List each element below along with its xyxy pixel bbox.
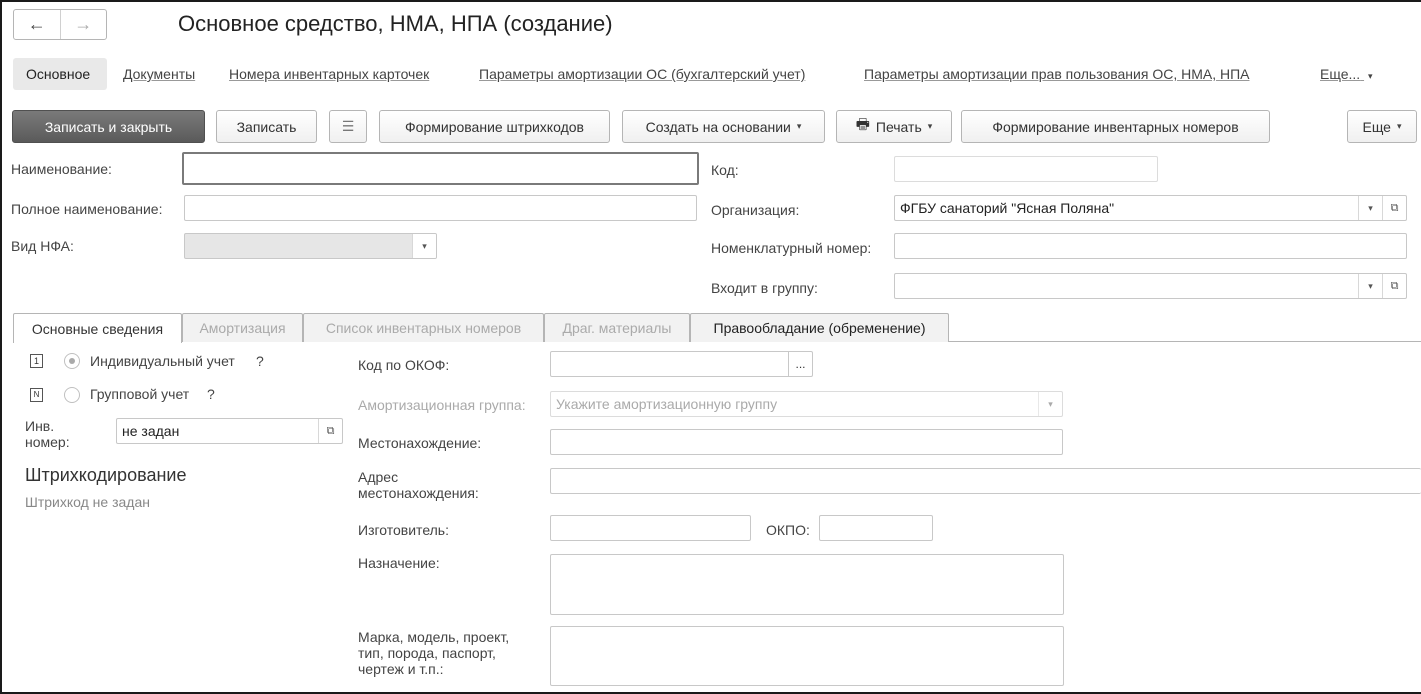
individual-accounting-radio[interactable] <box>64 353 80 369</box>
group-help-mark[interactable]: ? <box>207 386 215 402</box>
location-field[interactable] <box>550 429 1063 455</box>
list-icon: ☰ <box>341 118 355 134</box>
brand-model-label-line3: чертеж и т.п.: <box>358 661 444 677</box>
code-field[interactable] <box>894 156 1158 182</box>
print-label: Печать <box>875 118 922 135</box>
chevron-down-icon[interactable]: ▾ <box>1358 274 1382 298</box>
group-accounting-label: Групповой учет <box>90 386 190 402</box>
nomenclature-number-field[interactable] <box>894 233 1407 259</box>
navigation-buttons: ← → <box>13 9 107 40</box>
printer-icon: 🖶 <box>855 116 870 133</box>
chevron-down-icon[interactable]: ▾ <box>412 234 436 258</box>
nfa-type-select[interactable]: ▾ <box>184 233 437 259</box>
create-based-on-button[interactable]: Создать на основании ▾ <box>622 110 825 143</box>
parent-group-field[interactable]: ▾ ⧉ <box>894 273 1407 299</box>
group-accounting-icon: N <box>30 388 43 402</box>
location-label: Местонахождение: <box>358 435 482 451</box>
section-more-menu[interactable]: Еще... ▾ <box>1320 66 1373 82</box>
more-actions-button[interactable]: Еще ▾ <box>1347 110 1417 143</box>
location-address-label: Адрес местонахождения: <box>358 469 479 501</box>
individual-accounting-icon: 1 <box>30 354 43 368</box>
inventory-number-label: Инв. номер: <box>25 418 70 450</box>
name-field[interactable] <box>182 152 699 185</box>
section-documents[interactable]: Документы <box>123 66 195 82</box>
save-and-close-button[interactable]: Записать и закрыть <box>12 110 205 143</box>
save-label: Записать <box>236 118 297 135</box>
nfa-type-label: Вид НФА: <box>11 238 74 254</box>
full-name-label: Полное наименование: <box>11 201 163 217</box>
full-name-field[interactable] <box>184 195 697 221</box>
depreciation-group-label: Амортизационная группа: <box>358 397 526 413</box>
section-depreciation-params[interactable]: Параметры амортизации ОС (бухгалтерский … <box>479 66 805 82</box>
section-inventory-card-numbers[interactable]: Номера инвентарных карточек <box>229 66 429 82</box>
inventory-number-value: не задан <box>122 423 180 439</box>
okpo-field[interactable] <box>819 515 933 541</box>
location-address-field[interactable] <box>550 468 1421 494</box>
tab-inventory-numbers[interactable]: Список инвентарных номеров <box>303 313 544 342</box>
open-icon[interactable]: ⧉ <box>318 419 342 443</box>
radio-selected-dot <box>69 358 75 364</box>
back-arrow-icon[interactable]: ← <box>14 10 60 39</box>
save-button[interactable]: Записать <box>216 110 317 143</box>
organization-value: ФГБУ санаторий "Ясная Поляна" <box>900 200 1115 216</box>
name-label: Наименование: <box>11 161 112 177</box>
open-icon[interactable]: ⧉ <box>1382 274 1406 298</box>
group-accounting-radio[interactable] <box>64 387 80 403</box>
location-address-label-line2: местонахождения: <box>358 485 479 501</box>
okof-code-field[interactable]: ... <box>550 351 813 377</box>
individual-help-mark[interactable]: ? <box>256 353 264 369</box>
print-button[interactable]: 🖶 Печать ▾ <box>836 110 952 143</box>
depreciation-group-select[interactable]: Укажите амортизационную группу ▾ <box>550 391 1063 417</box>
brand-model-textarea[interactable] <box>550 626 1064 686</box>
inventory-number-field[interactable]: не задан ⧉ <box>116 418 343 444</box>
section-usage-rights-depreciation[interactable]: Параметры амортизации прав пользования О… <box>864 66 1250 82</box>
depreciation-group-placeholder: Укажите амортизационную группу <box>556 396 778 412</box>
page-title: Основное средство, НМА, НПА (создание) <box>178 11 613 36</box>
create-based-on-label: Создать на основании <box>645 118 791 135</box>
barcode-generation-label: Формирование штрихкодов <box>405 118 584 135</box>
tab-rights-encumbrance[interactable]: Правообладание (обременение) <box>690 313 949 342</box>
forward-arrow-icon[interactable]: → <box>59 10 107 39</box>
section-main[interactable]: Основное <box>26 66 90 82</box>
code-label: Код: <box>711 162 739 178</box>
tab-depreciation[interactable]: Амортизация <box>182 313 303 342</box>
okpo-label: ОКПО: <box>766 522 810 538</box>
chevron-down-icon: ▾ <box>927 121 933 131</box>
barcode-status: Штрихкод не задан <box>25 494 150 510</box>
inventory-numbers-button[interactable]: Формирование инвентарных номеров <box>961 110 1270 143</box>
manufacturer-label: Изготовитель: <box>358 522 449 538</box>
list-view-button[interactable]: ☰ <box>329 110 367 143</box>
brand-model-label-line1: Марка, модель, проект, <box>358 629 510 645</box>
organization-label: Организация: <box>711 202 800 218</box>
chevron-down-icon: ▾ <box>1368 71 1373 81</box>
chevron-down-icon[interactable]: ▾ <box>1358 196 1382 220</box>
chevron-down-icon: ▾ <box>1396 121 1402 131</box>
tab-main-info[interactable]: Основные сведения <box>13 313 182 343</box>
save-and-close-label: Записать и закрыть <box>44 118 173 135</box>
more-actions-label: Еще <box>1362 118 1391 135</box>
barcode-generation-button[interactable]: Формирование штрихкодов <box>379 110 610 143</box>
inventory-numbers-label: Формирование инвентарных номеров <box>992 118 1239 135</box>
nomenclature-number-label: Номенклатурный номер: <box>711 240 872 256</box>
section-more-label: Еще... <box>1320 66 1361 82</box>
location-address-label-line1: Адрес <box>358 469 399 485</box>
chevron-down-icon: ▾ <box>796 121 802 131</box>
chevron-down-icon[interactable]: ▾ <box>1038 392 1062 416</box>
manufacturer-field[interactable] <box>550 515 751 541</box>
open-icon[interactable]: ⧉ <box>1382 196 1406 220</box>
brand-model-label-line2: тип, порода, паспорт, <box>358 645 496 661</box>
individual-accounting-label: Индивидуальный учет <box>90 353 235 369</box>
select-ellipsis-icon[interactable]: ... <box>788 352 812 376</box>
brand-model-label: Марка, модель, проект, тип, порода, пасп… <box>358 629 509 677</box>
inventory-number-label-line2: номер: <box>25 434 70 450</box>
inventory-number-label-line1: Инв. <box>25 418 55 434</box>
barcoding-heading: Штрихкодирование <box>25 465 187 485</box>
purpose-label: Назначение: <box>358 555 440 571</box>
okof-code-label: Код по ОКОФ: <box>358 357 450 373</box>
parent-group-label: Входит в группу: <box>711 280 818 296</box>
organization-field[interactable]: ФГБУ санаторий "Ясная Поляна" ▾ ⧉ <box>894 195 1407 221</box>
purpose-textarea[interactable] <box>550 554 1064 615</box>
tab-precious-materials[interactable]: Драг. материалы <box>544 313 690 342</box>
